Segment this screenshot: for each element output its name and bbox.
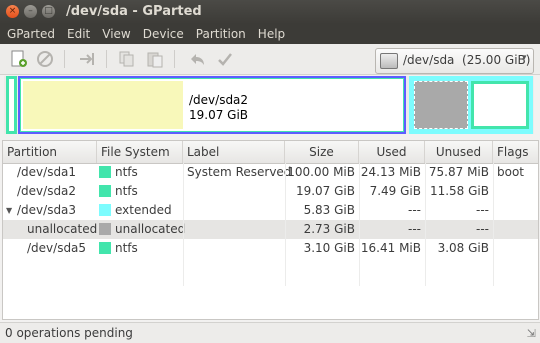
menu-view[interactable]: View (97, 27, 135, 41)
cell-partition: /dev/sda2 (17, 184, 77, 198)
header-partition[interactable]: Partition (3, 141, 97, 163)
toolbar: /dev/sda (25.00 GiB) ▾ (0, 44, 540, 75)
graphic-sda5[interactable] (471, 81, 529, 129)
table-row[interactable]: /dev/sda2 ntfs 19.07 GiB 7.49 GiB 11.58 … (3, 182, 538, 201)
status-text: 0 operations pending (5, 326, 133, 340)
cell-size: 3.10 GiB (303, 241, 355, 255)
cell-file-system: ntfs (115, 241, 138, 255)
title-bar: × – □ /dev/sda - GParted (0, 0, 540, 24)
device-selector-label: /dev/sda (25.00 GiB) (403, 53, 531, 67)
graphic-sda2-used-space (23, 81, 183, 129)
copy-icon[interactable] (118, 50, 136, 68)
cell-file-system: ntfs (115, 165, 138, 179)
cell-unused: --- (476, 222, 489, 236)
column-divider (425, 163, 426, 286)
table-row[interactable]: ▼ /dev/sda3 extended 5.83 GiB --- --- (3, 201, 538, 220)
close-window-button[interactable]: × (6, 5, 19, 18)
paste-icon[interactable] (146, 50, 164, 68)
apply-icon[interactable] (216, 50, 234, 68)
cell-flags: boot (497, 165, 525, 179)
resize-move-icon[interactable] (78, 50, 96, 68)
cell-used: --- (408, 203, 421, 217)
menu-bar: GParted Edit View Device Partition Help (0, 24, 540, 44)
graphic-sda1[interactable] (6, 76, 17, 134)
partition-table: Partition File System Label Size Used Un… (2, 140, 539, 320)
resize-grip-icon[interactable]: ⇲ (527, 327, 536, 340)
table-row[interactable]: /dev/sda1 ntfs System Reserved 100.00 Mi… (3, 163, 538, 182)
status-bar: 0 operations pending ⇲ (0, 322, 540, 343)
cell-unused: 11.58 GiB (429, 184, 489, 198)
column-divider (493, 163, 494, 286)
fs-color-swatch (99, 185, 111, 197)
menu-partition[interactable]: Partition (191, 27, 251, 41)
graphic-unallocated[interactable] (414, 81, 468, 129)
cell-size: 5.83 GiB (303, 203, 355, 217)
toolbar-separator (106, 50, 107, 68)
fs-color-swatch (99, 223, 111, 235)
delete-partition-icon[interactable] (36, 50, 54, 68)
cell-file-system: unallocated (115, 222, 186, 236)
maximize-window-button[interactable]: □ (42, 5, 55, 18)
cell-size: 2.73 GiB (303, 222, 355, 236)
cell-size: 100.00 MiB (287, 165, 355, 179)
menu-device[interactable]: Device (138, 27, 189, 41)
header-label[interactable]: Label (183, 141, 285, 163)
header-file-system[interactable]: File System (97, 141, 183, 163)
new-partition-icon[interactable] (10, 50, 28, 68)
graphic-sda2[interactable]: /dev/sda2 19.07 GiB (18, 76, 406, 134)
harddisk-icon (380, 53, 398, 69)
fs-color-swatch (99, 242, 111, 254)
cell-used: --- (408, 222, 421, 236)
table-header: Partition File System Label Size Used Un… (3, 141, 538, 164)
cell-file-system: extended (115, 203, 172, 217)
cell-unused: 3.08 GiB (437, 241, 489, 255)
header-used[interactable]: Used (359, 141, 425, 163)
cell-used: 24.13 MiB (360, 165, 421, 179)
cell-unused: 75.87 MiB (428, 165, 489, 179)
cell-partition: /dev/sda3 (17, 203, 77, 217)
toolbar-separator (174, 50, 175, 68)
cell-partition: /dev/sda1 (17, 165, 77, 179)
header-flags[interactable]: Flags (493, 141, 538, 163)
cell-partition: unallocated (27, 222, 98, 236)
dropdown-arrow-icon: ▾ (522, 53, 527, 63)
cell-used: 16.41 MiB (360, 241, 421, 255)
menu-edit[interactable]: Edit (62, 27, 95, 41)
cell-label: System Reserved (187, 165, 292, 179)
menu-help[interactable]: Help (253, 27, 290, 41)
fs-color-swatch (99, 166, 111, 178)
undo-icon[interactable] (188, 50, 206, 68)
cell-used: 7.49 GiB (369, 184, 421, 198)
fs-color-swatch (99, 204, 111, 216)
cell-size: 19.07 GiB (295, 184, 355, 198)
expander-arrow-icon[interactable]: ▼ (6, 201, 12, 220)
header-size[interactable]: Size (285, 141, 359, 163)
device-selector[interactable]: /dev/sda (25.00 GiB) ▾ (375, 48, 534, 74)
partition-graphic: /dev/sda2 19.07 GiB (4, 76, 534, 134)
column-divider (183, 163, 184, 286)
graphic-sda2-label: /dev/sda2 19.07 GiB (189, 93, 248, 123)
menu-gparted[interactable]: GParted (2, 27, 60, 41)
graphic-sda2-name: /dev/sda2 (189, 93, 249, 107)
header-unused[interactable]: Unused (425, 141, 493, 163)
table-row[interactable]: /dev/sda5 ntfs 3.10 GiB 16.41 MiB 3.08 G… (3, 239, 538, 258)
window-title: /dev/sda - GParted (66, 4, 202, 19)
minimize-window-button[interactable]: – (24, 5, 37, 18)
cell-file-system: ntfs (115, 184, 138, 198)
cell-partition: /dev/sda5 (27, 241, 87, 255)
toolbar-separator (64, 50, 65, 68)
graphic-sda2-size: 19.07 GiB (189, 108, 249, 122)
column-divider (359, 163, 360, 286)
cell-unused: --- (476, 203, 489, 217)
table-row[interactable]: unallocated unallocated 2.73 GiB --- --- (3, 220, 538, 239)
column-divider (285, 163, 286, 286)
